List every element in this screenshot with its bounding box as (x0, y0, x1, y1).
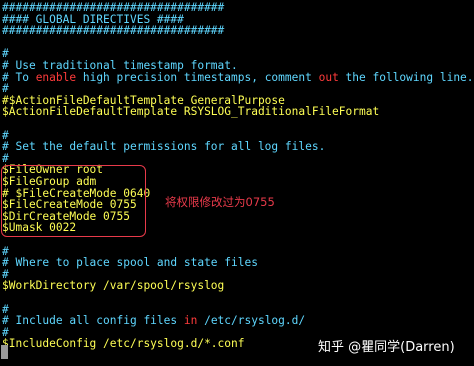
terminal-window[interactable]: ################################# #### GL… (0, 0, 474, 366)
keyword-token: out (318, 70, 339, 84)
comment-text: ################################# (2, 24, 225, 38)
config-line: # Where to place spool and state files (2, 256, 258, 270)
config-line: ################################# (2, 24, 224, 38)
config-line: $ActionFileDefaultTemplate RSYSLOG_Tradi… (2, 105, 379, 119)
directive-text: $IncludeConfig /etc/rsyslog.d/*.conf (2, 337, 245, 351)
keyword-token: in (183, 314, 198, 328)
config-line: # Set the default permissions for all lo… (2, 140, 325, 154)
config-line: # Include all config files in /etc/rsysl… (2, 314, 305, 328)
comment-text: the following line. (338, 70, 474, 84)
comment-text: # Where to place spool and state files (2, 256, 258, 270)
config-line: $WorkDirectory /var/spool/rsyslog (2, 279, 224, 293)
permissions-highlight-box (1, 165, 146, 237)
comment-text: # Include all config files (2, 314, 184, 328)
directive-text: $WorkDirectory /var/spool/rsyslog (2, 279, 225, 293)
directive-text: $ActionFileDefaultTemplate RSYSLOG_Tradi… (2, 105, 380, 119)
comment-text: /etc/rsyslog.d/ (197, 314, 306, 328)
text-cursor (1, 345, 8, 359)
keyword-token: enable (35, 70, 77, 84)
zhihu-watermark: 知乎 @瞿同学(Darren) (318, 340, 455, 355)
config-line: # To enable high precision timestamps, c… (2, 71, 474, 85)
comment-text: # Set the default permissions for all lo… (2, 140, 326, 154)
comment-text: high precision timestamps, comment (76, 70, 319, 84)
permission-change-annotation: 将权限修改过为0755 (165, 195, 275, 209)
config-line: $IncludeConfig /etc/rsyslog.d/*.conf (2, 337, 244, 351)
